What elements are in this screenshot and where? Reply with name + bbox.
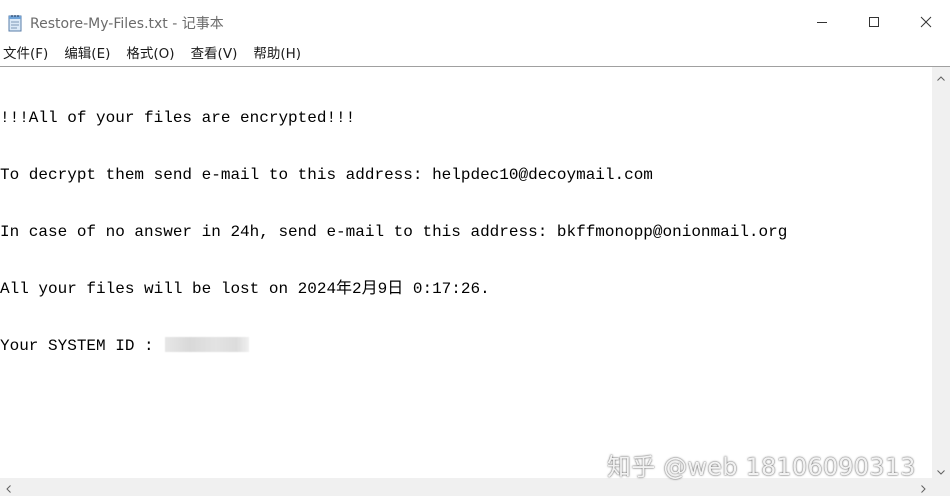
- menu-view[interactable]: 查看(V): [187, 44, 245, 65]
- scroll-up-button[interactable]: [932, 67, 950, 84]
- maximize-button[interactable]: [848, 0, 900, 44]
- notepad-window: Restore-My-Files.txt - 记事本 文件(F) 编辑(E) 格…: [0, 0, 950, 501]
- chevron-right-icon: [921, 478, 926, 497]
- text-editor[interactable]: !!!All of your files are encrypted!!! To…: [0, 66, 932, 478]
- vertical-scrollbar[interactable]: [932, 66, 950, 478]
- window-title: Restore-My-Files.txt - 记事本: [30, 16, 224, 32]
- menu-file[interactable]: 文件(F): [0, 44, 55, 65]
- document-line: !!!All of your files are encrypted!!!: [0, 109, 356, 127]
- title-bar[interactable]: Restore-My-Files.txt - 记事本: [0, 0, 950, 44]
- document-text[interactable]: !!!All of your files are encrypted!!! To…: [0, 71, 787, 394]
- minimize-icon: [816, 16, 828, 28]
- notepad-icon: [7, 14, 23, 32]
- document-line: To decrypt them send e-mail to this addr…: [0, 166, 653, 184]
- system-id-label: Your SYSTEM ID :: [0, 337, 164, 355]
- close-button[interactable]: [900, 0, 950, 44]
- chevron-left-icon: [6, 478, 11, 497]
- menu-help[interactable]: 帮助(H): [249, 44, 308, 65]
- window-bottom-edge: [0, 496, 950, 501]
- close-icon: [920, 16, 932, 28]
- maximize-icon: [868, 16, 880, 28]
- document-line: In case of no answer in 24h, send e-mail…: [0, 223, 788, 241]
- scrollbar-corner: [932, 478, 950, 496]
- document-line: All your files will be lost on 2024年2月9日…: [0, 280, 490, 298]
- scroll-down-button[interactable]: [932, 461, 950, 478]
- horizontal-scrollbar[interactable]: [0, 478, 932, 496]
- scroll-left-button[interactable]: [0, 478, 17, 496]
- menu-edit[interactable]: 编辑(E): [60, 44, 117, 65]
- menu-bar: 文件(F) 编辑(E) 格式(O) 查看(V) 帮助(H): [0, 44, 950, 65]
- menu-format[interactable]: 格式(O): [122, 44, 181, 65]
- redacted-system-id: [165, 337, 250, 352]
- scroll-right-button[interactable]: [915, 478, 932, 496]
- chevron-down-icon: [937, 460, 945, 479]
- minimize-button[interactable]: [796, 0, 848, 44]
- chevron-up-icon: [937, 66, 945, 85]
- system-id-line: Your SYSTEM ID :: [0, 337, 787, 356]
